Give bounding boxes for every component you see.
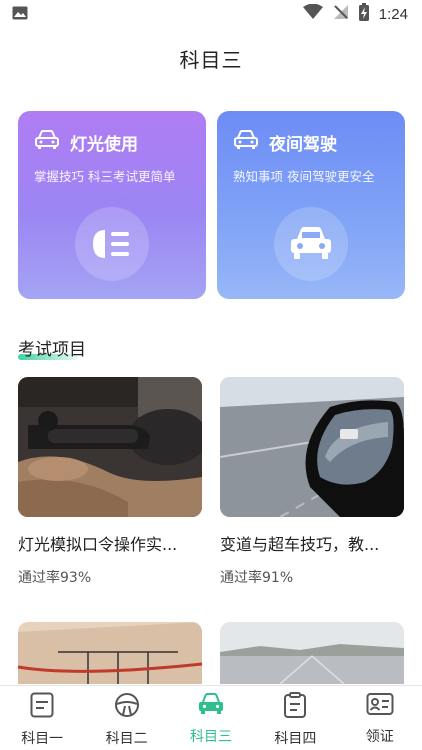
card-subtitle: 熟知事项 夜间驾驶更安全: [233, 169, 375, 184]
nav-label: 科目二: [105, 731, 148, 747]
nav-item-subject-one[interactable]: 科目一: [0, 686, 84, 748]
nav-label: 科目四: [274, 731, 317, 747]
nav-label: 科目一: [21, 731, 64, 747]
gear-diagram-thumbnail: [18, 622, 202, 684]
page-title: 科目三: [179, 48, 243, 72]
id-card-icon: [366, 692, 394, 720]
car-icon: [197, 692, 225, 720]
exam-item-card[interactable]: 变道与超车技巧，教... 通过率91%: [220, 377, 404, 587]
side-mirror-thumbnail: [220, 377, 404, 517]
wifi-icon: [302, 3, 323, 24]
signal-off-icon: [333, 4, 349, 24]
battery-charging-icon: [358, 3, 369, 25]
pass-rate: 通过率91%: [220, 570, 294, 586]
light-switch-thumbnail: [18, 377, 202, 517]
image-icon: [12, 5, 28, 24]
nav-label: 科目三: [189, 729, 232, 745]
headlight-icon: [75, 207, 149, 281]
steering-wheel-icon: [114, 692, 140, 722]
nav-item-subject-four[interactable]: 科目四: [253, 686, 337, 748]
car-icon: [233, 129, 259, 155]
item-title: 灯光模拟口令操作实...: [18, 535, 178, 554]
nav-label: 领证: [365, 729, 394, 745]
item-title: 变道与超车技巧，教...: [220, 535, 380, 554]
road-thumbnail: [220, 622, 404, 684]
nav-item-subject-three[interactable]: 科目三: [169, 686, 253, 746]
clipboard-icon: [283, 692, 307, 722]
card-subtitle: 掌握技巧 科三考试更简单: [34, 169, 176, 184]
pass-rate: 通过率93%: [18, 570, 92, 586]
status-bar: 1:24: [0, 0, 422, 28]
nav-item-subject-two[interactable]: 科目二: [85, 686, 169, 748]
exam-item-card[interactable]: [18, 622, 202, 684]
card-title: 灯光使用: [70, 134, 138, 155]
document-icon: [30, 692, 54, 722]
card-title: 夜间驾驶: [269, 134, 337, 155]
car-icon: [274, 207, 348, 281]
bottom-nav: 科目一 科目二 科目三 科目四 领证: [0, 685, 422, 750]
exam-item-card[interactable]: [220, 622, 404, 684]
nav-item-license[interactable]: 领证: [338, 686, 422, 746]
night-driving-card[interactable]: 夜间驾驶 熟知事项 夜间驾驶更安全: [217, 111, 405, 299]
exam-item-card[interactable]: 灯光模拟口令操作实... 通过率93%: [18, 377, 202, 587]
light-usage-card[interactable]: 灯光使用 掌握技巧 科三考试更简单: [18, 111, 206, 299]
section-title: 考试项目: [18, 340, 86, 360]
status-time: 1:24: [378, 5, 408, 23]
car-icon: [34, 129, 60, 155]
